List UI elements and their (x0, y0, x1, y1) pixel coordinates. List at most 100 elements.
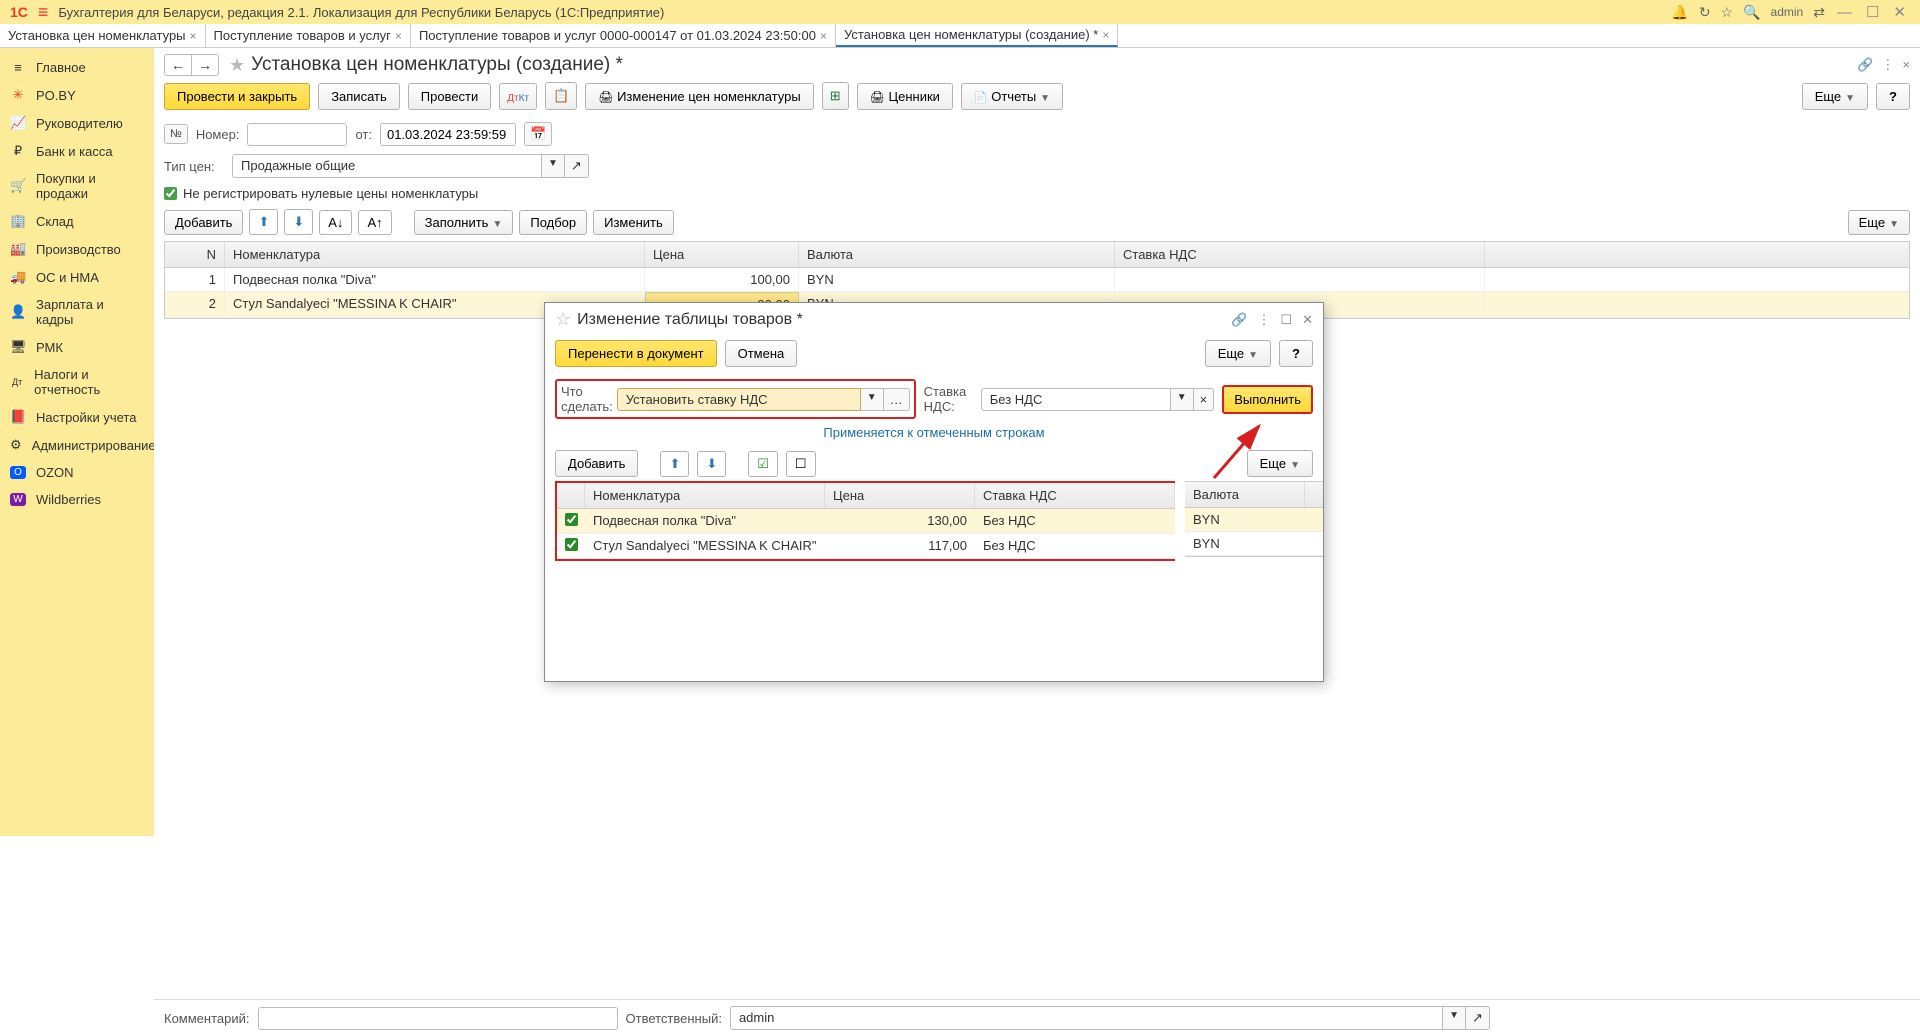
more-icon[interactable]: ⋮ (1257, 312, 1270, 328)
nav-production[interactable]: 🏭Производство (0, 235, 154, 263)
calendar-icon[interactable]: 📅 (524, 122, 552, 146)
chevron-down-icon[interactable]: ▼ (1171, 388, 1194, 411)
settings-icon[interactable]: ⇄ (1813, 4, 1825, 21)
main-menu-icon[interactable]: ≡ (32, 2, 55, 23)
col-vat[interactable]: Ставка НДС (1115, 242, 1485, 267)
col-check[interactable] (557, 483, 585, 508)
noreg-checkbox[interactable] (164, 187, 177, 200)
clear-icon[interactable]: × (1194, 388, 1215, 411)
col-currency[interactable]: Валюта (1185, 482, 1305, 507)
maximize-icon[interactable]: ☐ (1280, 312, 1292, 328)
nav-rmk[interactable]: 🖥РМК (0, 333, 154, 361)
favorite-icon[interactable]: ☆ (555, 309, 571, 330)
user-name[interactable]: admin (1771, 5, 1804, 19)
link-icon[interactable]: 🔗 (1857, 57, 1873, 73)
row-check[interactable] (565, 513, 578, 526)
nav-back-button[interactable]: ← (164, 54, 192, 76)
sort-asc-button[interactable]: A↓ (319, 210, 352, 235)
close-dialog-icon[interactable]: ✕ (1302, 312, 1313, 328)
number-input[interactable] (247, 123, 347, 146)
tab-1[interactable]: Поступление товаров и услуг× (206, 24, 411, 47)
nav-manager[interactable]: 📈Руководителю (0, 109, 154, 137)
responsible-select[interactable]: admin ▼ ↗ (730, 1006, 1490, 1030)
col-number[interactable]: N (165, 242, 225, 267)
tab-2[interactable]: Поступление товаров и услуг 0000-000147 … (411, 24, 836, 47)
close-icon[interactable]: × (1102, 28, 1109, 42)
close-page-icon[interactable]: × (1902, 57, 1910, 73)
open-icon[interactable]: ↗ (1466, 1006, 1490, 1030)
nav-ozon[interactable]: OOZON (0, 459, 154, 486)
dlg-help-button[interactable]: ? (1279, 340, 1313, 367)
star-icon[interactable]: ☆ (1721, 4, 1734, 21)
favorite-icon[interactable]: ★ (229, 55, 245, 76)
move-up-button[interactable]: ⬆ (249, 209, 278, 235)
nav-admin[interactable]: ⚙Администрирование (0, 431, 154, 459)
maximize-icon[interactable]: ☐ (1864, 3, 1881, 21)
nav-sales[interactable]: 🛒Покупки и продажи (0, 165, 154, 207)
nav-hr[interactable]: 👤Зарплата и кадры (0, 291, 154, 333)
col-nomenclature[interactable]: Номенклатура (585, 483, 825, 508)
structure-button[interactable]: 📋 (545, 82, 577, 110)
vat-select[interactable]: Без НДС ▼ × (981, 388, 1215, 411)
what-select[interactable]: Установить ставку НДС ▼ … (617, 388, 910, 411)
col-nomenclature[interactable]: Номенклатура (225, 242, 645, 267)
write-button[interactable]: Записать (318, 83, 400, 110)
close-icon[interactable]: × (395, 29, 402, 43)
close-icon[interactable]: × (190, 29, 197, 43)
nav-wb[interactable]: WWildberries (0, 486, 154, 513)
sort-desc-button[interactable]: A↑ (358, 210, 391, 235)
bell-icon[interactable]: 🔔 (1671, 4, 1688, 21)
close-window-icon[interactable]: ✕ (1891, 3, 1908, 21)
table-more-button[interactable]: Еще▼ (1848, 210, 1910, 235)
more-icon[interactable]: ⋮ (1881, 57, 1894, 73)
nav-bank[interactable]: ₽Банк и касса (0, 137, 154, 165)
dlg-more-button[interactable]: Еще▼ (1205, 340, 1271, 367)
change-button[interactable]: Изменить (593, 210, 674, 235)
col-currency[interactable]: Валюта (799, 242, 1115, 267)
col-price[interactable]: Цена (645, 242, 799, 267)
dialog-row[interactable]: Стул Sandalyeci "MESSINA K CHAIR" 117,00… (557, 534, 1175, 559)
tab-0[interactable]: Установка цен номенклатуры× (0, 24, 206, 47)
transfer-button[interactable]: Перенести в документ (555, 340, 717, 367)
date-input[interactable] (380, 123, 516, 146)
table-row[interactable]: 1 Подвесная полка "Diva" 100,00 BYN (165, 268, 1909, 292)
more-button[interactable]: Еще▼ (1802, 83, 1868, 110)
nav-forward-button[interactable]: → (192, 54, 219, 76)
dlg-add-button[interactable]: Добавить (555, 450, 638, 477)
uncheck-all-button[interactable]: ☐ (786, 451, 816, 477)
dlg-move-up-button[interactable]: ⬆ (660, 451, 689, 477)
nav-assets[interactable]: 🚚ОС и НМА (0, 263, 154, 291)
col-vat[interactable]: Ставка НДС (975, 483, 1175, 508)
nav-main[interactable]: ≡Главное (0, 54, 154, 81)
chevron-down-icon[interactable]: ▼ (861, 388, 884, 411)
nav-poby[interactable]: ✳PO.BY (0, 81, 154, 109)
link-icon[interactable]: 🔗 (1231, 312, 1247, 328)
execute-button[interactable]: Выполнить (1222, 385, 1313, 414)
col-price[interactable]: Цена (825, 483, 975, 508)
nav-tax[interactable]: ДтНалоги и отчетность (0, 361, 154, 403)
row-check[interactable] (565, 538, 578, 551)
cancel-button[interactable]: Отмена (725, 340, 798, 367)
add-button[interactable]: Добавить (164, 210, 243, 235)
select-button[interactable]: Подбор (519, 210, 587, 235)
close-icon[interactable]: × (820, 29, 827, 43)
dt-kt-button[interactable]: ДтКт (499, 83, 537, 110)
excel-button[interactable] (822, 82, 849, 110)
move-down-button[interactable]: ⬇ (284, 209, 313, 235)
chevron-down-icon[interactable]: ▼ (1443, 1006, 1466, 1030)
help-button[interactable]: ? (1876, 83, 1910, 110)
check-all-button[interactable]: ☑ (748, 451, 778, 477)
search-icon[interactable]: 🔍 (1743, 4, 1760, 21)
reports-button[interactable]: Отчеты▼ (961, 83, 1063, 110)
fill-button[interactable]: Заполнить▼ (414, 210, 514, 235)
nav-settings[interactable]: 📕Настройки учета (0, 403, 154, 431)
pricetype-select[interactable]: Продажные общие ▼ ↗ (232, 154, 589, 178)
history-icon[interactable]: ↻ (1699, 4, 1711, 21)
dlg-table-more-button[interactable]: Еще▼ (1247, 450, 1313, 477)
open-icon[interactable]: ↗ (565, 154, 589, 178)
ellipsis-icon[interactable]: … (884, 388, 910, 411)
dialog-row[interactable]: Подвесная полка "Diva" 130,00 Без НДС (557, 509, 1175, 534)
chevron-down-icon[interactable]: ▼ (542, 154, 565, 178)
price-change-button[interactable]: Изменение цен номенклатуры (585, 83, 814, 110)
tab-3[interactable]: Установка цен номенклатуры (создание) *× (836, 24, 1118, 47)
